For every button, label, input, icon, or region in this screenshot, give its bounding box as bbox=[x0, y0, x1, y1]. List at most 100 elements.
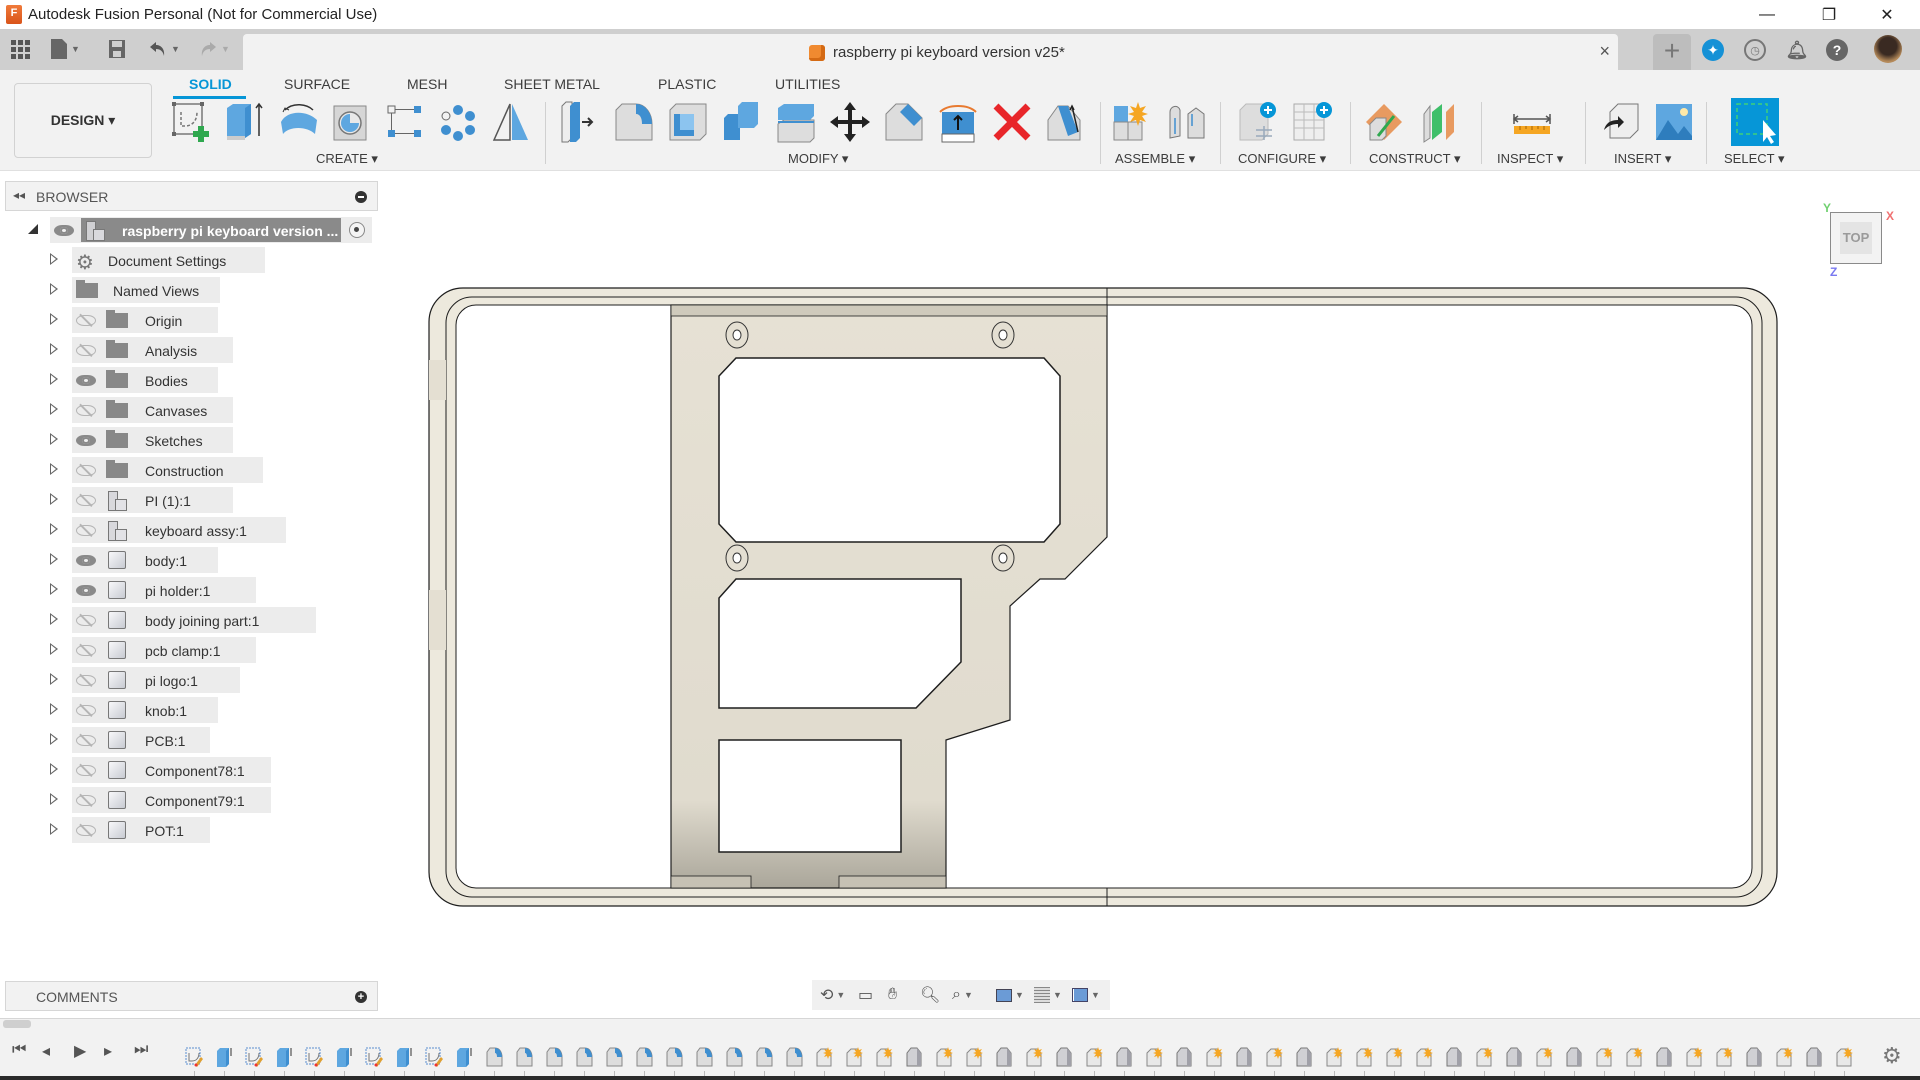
browser-item[interactable]: pcb clamp:1 bbox=[46, 637, 366, 663]
tab-mesh[interactable]: MESH bbox=[407, 76, 447, 92]
expand-arrow-icon[interactable] bbox=[50, 613, 58, 625]
browser-item[interactable]: pi holder:1 bbox=[46, 577, 366, 603]
expand-arrow-icon[interactable] bbox=[50, 373, 58, 385]
timeline-body-feature[interactable] bbox=[1055, 1047, 1073, 1067]
inspect-menu[interactable]: INSPECT ▾ bbox=[1497, 151, 1563, 167]
timeline-fillet-feature[interactable] bbox=[515, 1047, 533, 1067]
help-icon[interactable]: ? bbox=[1826, 39, 1848, 61]
viewports-icon[interactable]: ▼ bbox=[1072, 985, 1100, 1005]
replace-face-icon[interactable] bbox=[936, 100, 980, 144]
assemble-menu[interactable]: ASSEMBLE ▾ bbox=[1115, 151, 1195, 167]
expand-arrow-icon[interactable] bbox=[50, 763, 58, 775]
visibility-off-icon[interactable] bbox=[76, 825, 96, 836]
mounting-hole[interactable] bbox=[991, 321, 1015, 349]
circular-pattern-icon[interactable] bbox=[436, 100, 480, 144]
apps-grid-icon[interactable] bbox=[10, 37, 30, 61]
timeline-component-feature[interactable] bbox=[1685, 1047, 1703, 1067]
joint-icon[interactable] bbox=[1164, 100, 1208, 144]
redo-button[interactable]: ▼ bbox=[198, 37, 230, 61]
timeline-play-button[interactable]: ▶ bbox=[74, 1041, 86, 1061]
timeline-fillet-feature[interactable] bbox=[635, 1047, 653, 1067]
visibility-on-icon[interactable] bbox=[76, 435, 96, 446]
extrude-icon[interactable] bbox=[223, 100, 267, 144]
tab-utilities[interactable]: UTILITIES bbox=[775, 76, 840, 92]
configure-menu[interactable]: CONFIGURE ▾ bbox=[1238, 151, 1326, 167]
revolve-icon[interactable] bbox=[277, 100, 321, 144]
visibility-off-icon[interactable] bbox=[76, 495, 96, 506]
timeline-sketch-feature[interactable] bbox=[185, 1047, 203, 1067]
shell-icon[interactable] bbox=[666, 100, 710, 144]
save-button[interactable] bbox=[108, 37, 126, 61]
chamfer-icon[interactable] bbox=[882, 100, 926, 144]
visibility-off-icon[interactable] bbox=[76, 735, 96, 746]
tab-surface[interactable]: SURFACE bbox=[284, 76, 350, 92]
viewcube-top-face[interactable]: TOP bbox=[1840, 222, 1872, 254]
timeline-body-feature[interactable] bbox=[1805, 1047, 1823, 1067]
timeline-fillet-feature[interactable] bbox=[725, 1047, 743, 1067]
select-menu[interactable]: SELECT ▾ bbox=[1724, 151, 1784, 167]
timeline-component-feature[interactable] bbox=[935, 1047, 953, 1067]
visibility-off-icon[interactable] bbox=[76, 615, 96, 626]
expand-arrow-icon[interactable] bbox=[50, 583, 58, 595]
browser-item[interactable]: Analysis bbox=[46, 337, 366, 363]
extensions-icon[interactable]: ✦ bbox=[1702, 39, 1724, 61]
timeline-extrude-feature[interactable] bbox=[275, 1047, 293, 1067]
close-tab-button[interactable]: × bbox=[1599, 41, 1610, 62]
timeline-component-feature[interactable] bbox=[1025, 1047, 1043, 1067]
timeline-component-feature[interactable] bbox=[1355, 1047, 1373, 1067]
timeline-component-feature[interactable] bbox=[1085, 1047, 1103, 1067]
expand-arrow-icon[interactable] bbox=[50, 493, 58, 505]
timeline-fillet-feature[interactable] bbox=[665, 1047, 683, 1067]
maximize-button[interactable]: ❐ bbox=[1806, 0, 1852, 29]
timeline-body-feature[interactable] bbox=[1235, 1047, 1253, 1067]
timeline-component-feature[interactable] bbox=[1475, 1047, 1493, 1067]
new-component-icon[interactable] bbox=[1110, 100, 1154, 144]
timeline-component-feature[interactable] bbox=[1775, 1047, 1793, 1067]
timeline-body-feature[interactable] bbox=[1505, 1047, 1523, 1067]
mounting-hole[interactable] bbox=[725, 544, 749, 572]
browser-item[interactable]: PCB:1 bbox=[46, 727, 366, 753]
fillet-icon[interactable] bbox=[612, 100, 656, 144]
expand-arrow-icon[interactable] bbox=[50, 283, 58, 295]
timeline-sketch-feature[interactable] bbox=[305, 1047, 323, 1067]
visibility-off-icon[interactable] bbox=[76, 795, 96, 806]
timeline-component-feature[interactable] bbox=[965, 1047, 983, 1067]
combine-icon[interactable] bbox=[720, 100, 764, 144]
timeline-sketch-feature[interactable] bbox=[425, 1047, 443, 1067]
browser-item[interactable]: POT:1 bbox=[46, 817, 366, 843]
expand-arrow-icon[interactable] bbox=[50, 673, 58, 685]
visibility-off-icon[interactable] bbox=[76, 525, 96, 536]
expand-arrow-icon[interactable] bbox=[50, 703, 58, 715]
close-window-button[interactable]: ✕ bbox=[1864, 0, 1910, 29]
expand-arrow-icon[interactable] bbox=[50, 643, 58, 655]
timeline-fillet-feature[interactable] bbox=[545, 1047, 563, 1067]
browser-item[interactable]: Construction bbox=[46, 457, 366, 483]
construct-menu[interactable]: CONSTRUCT ▾ bbox=[1369, 151, 1461, 167]
notifications-icon[interactable]: 🔔︎ bbox=[1786, 39, 1809, 61]
expand-arrow-icon[interactable] bbox=[50, 523, 58, 535]
offset-face-icon[interactable] bbox=[774, 100, 818, 144]
timeline-body-feature[interactable] bbox=[1745, 1047, 1763, 1067]
document-tab[interactable]: raspberry pi keyboard version v25* × bbox=[243, 34, 1618, 70]
browser-minimize-button[interactable] bbox=[355, 191, 367, 203]
timeline-component-feature[interactable] bbox=[1205, 1047, 1223, 1067]
timeline-first-button[interactable]: ⏮ bbox=[12, 1041, 26, 1059]
measure-icon[interactable] bbox=[1510, 100, 1554, 144]
timeline-extrude-feature[interactable] bbox=[455, 1047, 473, 1067]
timeline-body-feature[interactable] bbox=[1295, 1047, 1313, 1067]
timeline-sketch-feature[interactable] bbox=[365, 1047, 383, 1067]
collapse-arrow-icon[interactable] bbox=[28, 224, 38, 234]
expand-arrow-icon[interactable] bbox=[50, 463, 58, 475]
mounting-hole[interactable] bbox=[991, 544, 1015, 572]
visibility-on-icon[interactable] bbox=[54, 225, 74, 236]
timeline-component-feature[interactable] bbox=[1265, 1047, 1283, 1067]
browser-item[interactable]: Bodies bbox=[46, 367, 366, 393]
window-select-icon[interactable] bbox=[1731, 98, 1779, 146]
timeline-body-feature[interactable] bbox=[905, 1047, 923, 1067]
timeline-component-feature[interactable] bbox=[1385, 1047, 1403, 1067]
timeline-body-feature[interactable] bbox=[1565, 1047, 1583, 1067]
browser-item[interactable]: Canvases bbox=[46, 397, 366, 423]
browser-item[interactable]: Named Views bbox=[46, 277, 366, 303]
timeline-next-button[interactable]: ▸ bbox=[104, 1041, 112, 1061]
browser-item[interactable]: PI (1):1 bbox=[46, 487, 366, 513]
